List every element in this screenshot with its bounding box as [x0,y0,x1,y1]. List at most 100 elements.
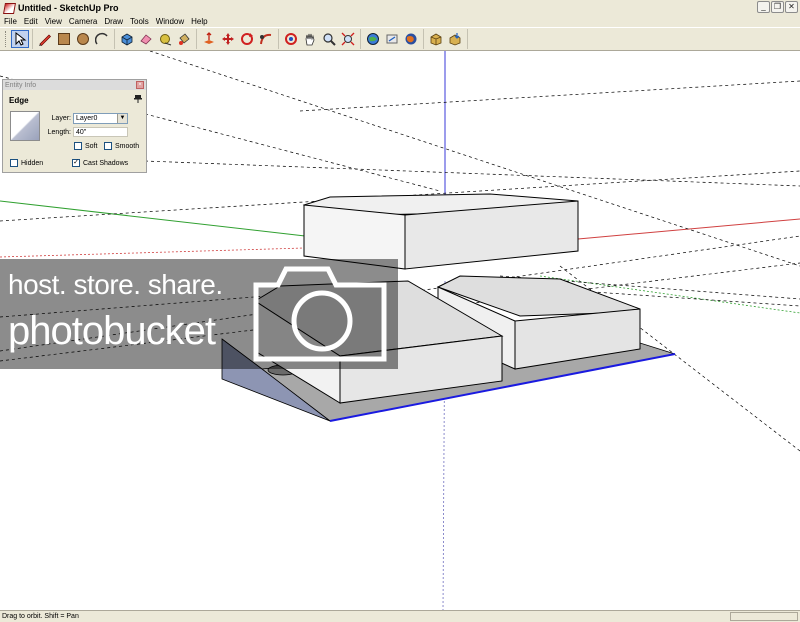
tape-measure-tool[interactable] [156,30,174,48]
component-get-tool[interactable] [446,30,464,48]
toolbar-group-edit [115,29,197,49]
menu-draw[interactable]: Draw [104,17,123,26]
red-axis [577,218,800,240]
red-axis-dotted [0,247,305,258]
rectangle-icon [58,33,70,45]
hidden-checkbox[interactable] [10,159,18,167]
component-icon [121,33,133,46]
entity-info-dialog: Entity Info × Edge Layer: Layer0 ▼ Lengt… [2,79,147,173]
soft-checkbox-row[interactable]: Soft [74,142,97,150]
push-pull-tool[interactable] [200,30,218,48]
smooth-checkbox[interactable] [104,142,112,150]
cast-shadows-label: Cast Shadows [83,159,129,167]
box-icon [430,33,442,46]
window-controls: _ ❐ ✕ [757,1,798,13]
smooth-checkbox-row[interactable]: Smooth [104,142,139,150]
chevron-down-icon[interactable]: ▼ [117,114,127,123]
toolbar-group-web [361,29,424,49]
length-row: Length: 40" [43,127,128,137]
zoom-extents-tool[interactable] [339,30,357,48]
pan-tool[interactable] [301,30,319,48]
select-tool[interactable] [11,30,29,48]
soft-label: Soft [85,142,98,150]
status-bar: Drag to orbit. Shift = Pan [0,610,800,622]
smooth-label: Smooth [115,142,140,150]
pin-icon[interactable] [134,94,142,104]
paint-bucket-icon [179,33,190,45]
orbit-tool[interactable] [282,30,300,48]
get-models-tool[interactable] [364,30,382,48]
menu-view[interactable]: View [45,17,62,26]
entity-info-titlebar[interactable]: Entity Info × [3,80,146,90]
box-down-icon [449,33,461,46]
google-earth-tool[interactable] [402,30,420,48]
watermark-tagline: host. store. share. [8,269,223,300]
menu-bar: File Edit View Camera Draw Tools Window … [0,15,800,27]
menu-edit[interactable]: Edit [24,17,38,26]
sketchup-app-icon [3,2,14,13]
layer-select-value: Layer0 [76,115,98,122]
toolbar-group-select [2,29,33,49]
green-axis [0,200,306,237]
paint-bucket-tool[interactable] [175,30,193,48]
title-bar: Untitled - SketchUp Pro _ ❐ ✕ [0,0,800,15]
toolbar-group-modify [197,29,279,49]
push-pull-icon [204,32,214,44]
window-title: Untitled - SketchUp Pro [18,2,119,13]
camera-icon [253,266,387,362]
share-model-tool[interactable] [383,30,401,48]
magnifier-icon [323,33,336,46]
hand-icon [305,33,315,46]
move-tool[interactable] [219,30,237,48]
arc-icon [95,32,108,45]
soft-checkbox[interactable] [74,142,82,150]
sketchup-window: Untitled - SketchUp Pro _ ❐ ✕ File Edit … [0,0,800,622]
circle-icon [77,33,89,45]
make-component-tool[interactable] [118,30,136,48]
toolbar-grip[interactable] [5,31,8,47]
pencil-icon [39,34,51,46]
photobucket-watermark: host. store. share. photobucket [0,259,398,369]
cast-shadows-checkbox-row[interactable]: ✓ Cast Shadows [72,159,128,167]
menu-window[interactable]: Window [156,17,184,26]
component-share-tool[interactable] [427,30,445,48]
measurements-box[interactable] [730,612,798,621]
menu-file[interactable]: File [4,17,17,26]
eraser-tool[interactable] [137,30,155,48]
entity-info-close-button[interactable]: × [136,81,144,89]
close-button[interactable]: ✕ [785,1,798,13]
toolbar-group-camera [279,29,361,49]
main-toolbar [0,27,800,51]
rotate-tool[interactable] [238,30,256,48]
hidden-checkbox-row[interactable]: Hidden [10,159,43,167]
circle-tool[interactable] [74,30,92,48]
cast-shadows-checkbox[interactable]: ✓ [72,159,80,167]
arrow-icon [15,32,27,46]
menu-camera[interactable]: Camera [69,17,97,26]
eraser-icon [140,34,152,45]
status-hint: Drag to orbit. Shift = Pan [2,613,79,620]
minimize-button[interactable]: _ [757,1,770,13]
line-tool[interactable] [36,30,54,48]
tape-icon [160,34,172,46]
arc-tool[interactable] [93,30,111,48]
material-swatch[interactable] [10,111,40,141]
follow-me-icon [260,33,272,45]
zoom-tool[interactable] [320,30,338,48]
move-icon [222,33,234,45]
orbit-icon [285,33,297,45]
length-field[interactable]: 40" [73,127,128,137]
toolbar-group-components [424,29,468,49]
watermark-brand: photobucket [8,309,216,353]
entity-type-label: Edge [9,96,29,105]
hidden-label: Hidden [21,159,44,167]
menu-tools[interactable]: Tools [130,17,149,26]
zoom-extents-icon [341,32,355,46]
rotate-icon [241,33,253,45]
layer-select[interactable]: Layer0 ▼ [73,113,128,124]
entity-info-title: Entity Info [5,81,37,89]
menu-help[interactable]: Help [191,17,207,26]
restore-button[interactable]: ❐ [771,1,784,13]
rectangle-tool[interactable] [55,30,73,48]
follow-me-tool[interactable] [257,30,275,48]
